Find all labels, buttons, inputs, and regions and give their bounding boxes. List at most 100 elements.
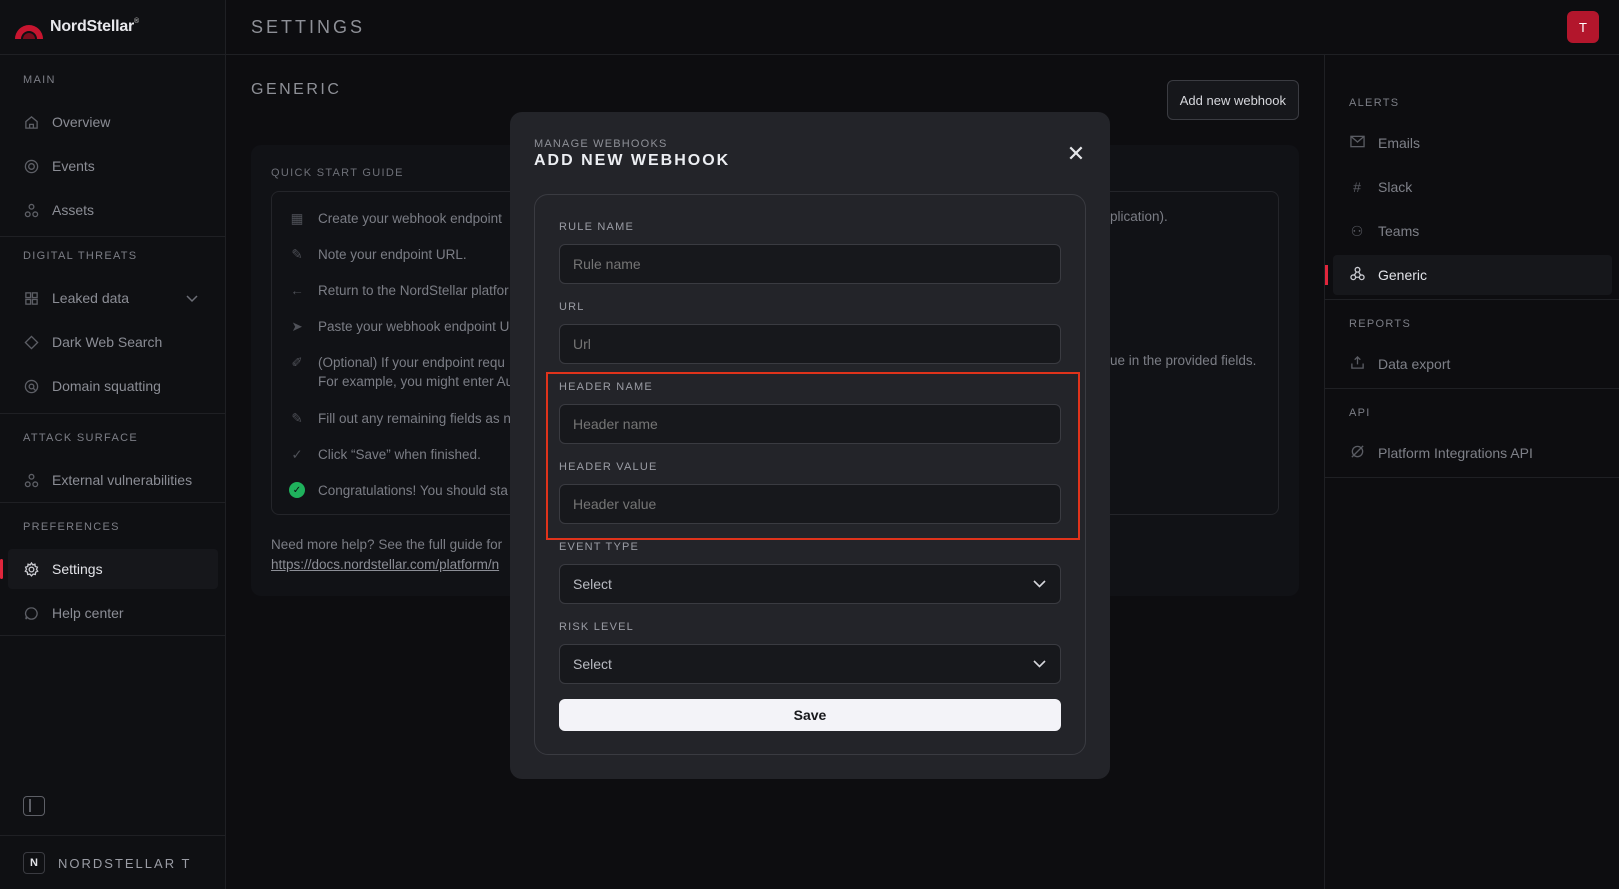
webhook-icon [1349,266,1365,284]
risk-level-select[interactable]: Select [559,644,1061,684]
guide-step: ✎ Fill out any remaining fields as n [289,409,511,428]
guide-step: ✎ Note your endpoint URL. [289,245,466,264]
success-check-icon: ✓ [289,482,305,498]
sidebar-item-label: Dark Web Search [52,334,163,350]
event-type-value: Select [573,576,612,592]
settings-nav-api: API Platform Integrations API [1325,407,1619,477]
divider [1325,299,1619,300]
event-type-label: EVENT TYPE [559,541,640,553]
pencil-icon: ✎ [291,411,303,426]
org-badge: N [23,852,45,874]
sidebar-section-digital-threats: DIGITAL THREATS Leaked data Dark Web Sea… [0,250,226,410]
guide-title: QUICK START GUIDE [271,167,404,179]
settings-nav-reports: REPORTS Data export [1325,318,1619,388]
sidebar-section-title: MAIN [23,74,56,86]
header-name-label: HEADER NAME [559,381,653,393]
settings-nav-alerts: ALERTS Emails # Slack ⚇ Teams Generic [1325,97,1619,299]
avatar[interactable]: T [1567,11,1599,43]
settings-nav-item-teams[interactable]: ⚇ Teams [1325,211,1619,251]
logo[interactable]: NordStellar® [14,14,139,40]
sidebar-item-settings[interactable]: Settings [0,549,218,589]
settings-nav-item-data-export[interactable]: Data export [1325,344,1619,384]
logo-text: NordStellar® [50,18,140,35]
settings-nav-label: Teams [1378,223,1420,239]
code-icon: ▦ [290,211,304,226]
sidebar-item-help-center[interactable]: Help center [0,593,226,633]
settings-nav-title: ALERTS [1349,97,1400,109]
slack-icon: # [1353,179,1361,195]
guide-step: ✓ Congratulations! You should sta [289,481,508,500]
settings-nav-label: Generic [1378,267,1428,283]
organization-switcher[interactable]: N NORDSTELLAR T [23,852,191,874]
sidebar-item-label: Events [52,158,95,174]
settings-nav-label: Platform Integrations API [1378,445,1533,461]
sidebar-section-title: PREFERENCES [23,521,120,533]
save-button[interactable]: Save [559,699,1061,731]
risk-level-label: RISK LEVEL [559,621,634,633]
diamond-icon [23,334,39,350]
risk-level-value: Select [573,656,612,672]
header-value-label: HEADER VALUE [559,461,658,473]
section-title: GENERIC [251,81,342,98]
settings-nav-item-emails[interactable]: Emails [1325,123,1619,163]
org-name: NORDSTELLAR T [58,855,192,871]
sidebar-item-label: Leaked data [52,290,130,306]
gear-icon [23,561,39,577]
sidebar-item-label: Domain squatting [52,378,161,394]
add-new-webhook-button[interactable]: Add new webhook [1166,80,1299,120]
settings-nav-item-slack[interactable]: # Slack [1325,167,1619,207]
settings-nav-label: Emails [1378,135,1421,151]
sidebar-item-events[interactable]: Events [0,146,226,186]
divider [0,236,225,237]
chevron-down-icon [1033,577,1046,591]
guide-help: Need more help? See the full guide for h… [271,535,502,575]
divider [1325,477,1619,478]
sidebar-item-dark-web-search[interactable]: Dark Web Search [0,322,226,362]
guide-step-tail: plication). [1110,209,1168,224]
sidebar-section-attack-surface: ATTACK SURFACE External vulnerabilities [0,432,226,504]
assets-icon [23,472,39,488]
guide-step: ➤ Paste your webhook endpoint U [289,317,509,336]
docs-link[interactable]: https://docs.nordstellar.com/platform/n [271,555,502,575]
settings-nav-title: API [1349,407,1371,419]
sidebar-item-overview[interactable]: Overview [0,102,226,142]
rule-name-input[interactable] [559,244,1061,284]
guide-step-tail: ue in the provided fields. [1110,353,1257,368]
chat-icon [23,605,39,621]
guide-step: ✓ Click “Save” when finished. [289,445,480,464]
divider [0,502,225,503]
search-icon [23,378,39,394]
sidebar-toggle-icon[interactable] [23,796,45,816]
sidebar-section-preferences: PREFERENCES Settings Help center [0,521,226,637]
left-sidebar: NordStellar® MAIN Overview Events Assets… [0,0,226,889]
edit-icon: ✐ [291,355,303,370]
chevron-down-icon [1033,657,1046,671]
close-icon[interactable]: ✕ [1064,142,1088,166]
guide-step: ▦ Create your webhook endpoint [290,211,502,226]
modal-overtitle: MANAGE WEBHOOKS [534,138,668,150]
sidebar-item-label: Assets [52,202,95,218]
event-type-select[interactable]: Select [559,564,1061,604]
divider [0,54,225,55]
cursor-icon: ➤ [291,319,303,334]
grid-icon [23,290,39,306]
sidebar-item-external-vulnerabilities[interactable]: External vulnerabilities [0,460,226,500]
arrow-left-icon: ← [290,283,304,298]
header-value-input[interactable] [559,484,1061,524]
url-input[interactable] [559,324,1061,364]
header-name-input[interactable] [559,404,1061,444]
settings-nav-item-platform-integrations-api[interactable]: Platform Integrations API [1325,433,1619,473]
logo-mark-icon [15,25,43,39]
sidebar-item-label: Help center [52,605,124,621]
page-title: SETTINGS [251,17,366,37]
sidebar-item-assets[interactable]: Assets [0,190,226,230]
settings-nav-item-generic[interactable]: Generic [1325,255,1612,295]
add-webhook-modal: MANAGE WEBHOOKS ADD NEW WEBHOOK ✕ RULE N… [510,112,1110,779]
sidebar-item-label: Overview [52,114,111,130]
sidebar-item-label: External vulnerabilities [52,472,193,488]
sidebar-item-domain-squatting[interactable]: Domain squatting [0,366,226,406]
sidebar-item-leaked-data[interactable]: Leaked data [0,278,226,318]
chevron-down-icon[interactable] [186,290,198,306]
modal-title: ADD NEW WEBHOOK [534,152,731,169]
guide-step: ✐ (Optional) If your endpoint requ For exa… [289,353,513,391]
